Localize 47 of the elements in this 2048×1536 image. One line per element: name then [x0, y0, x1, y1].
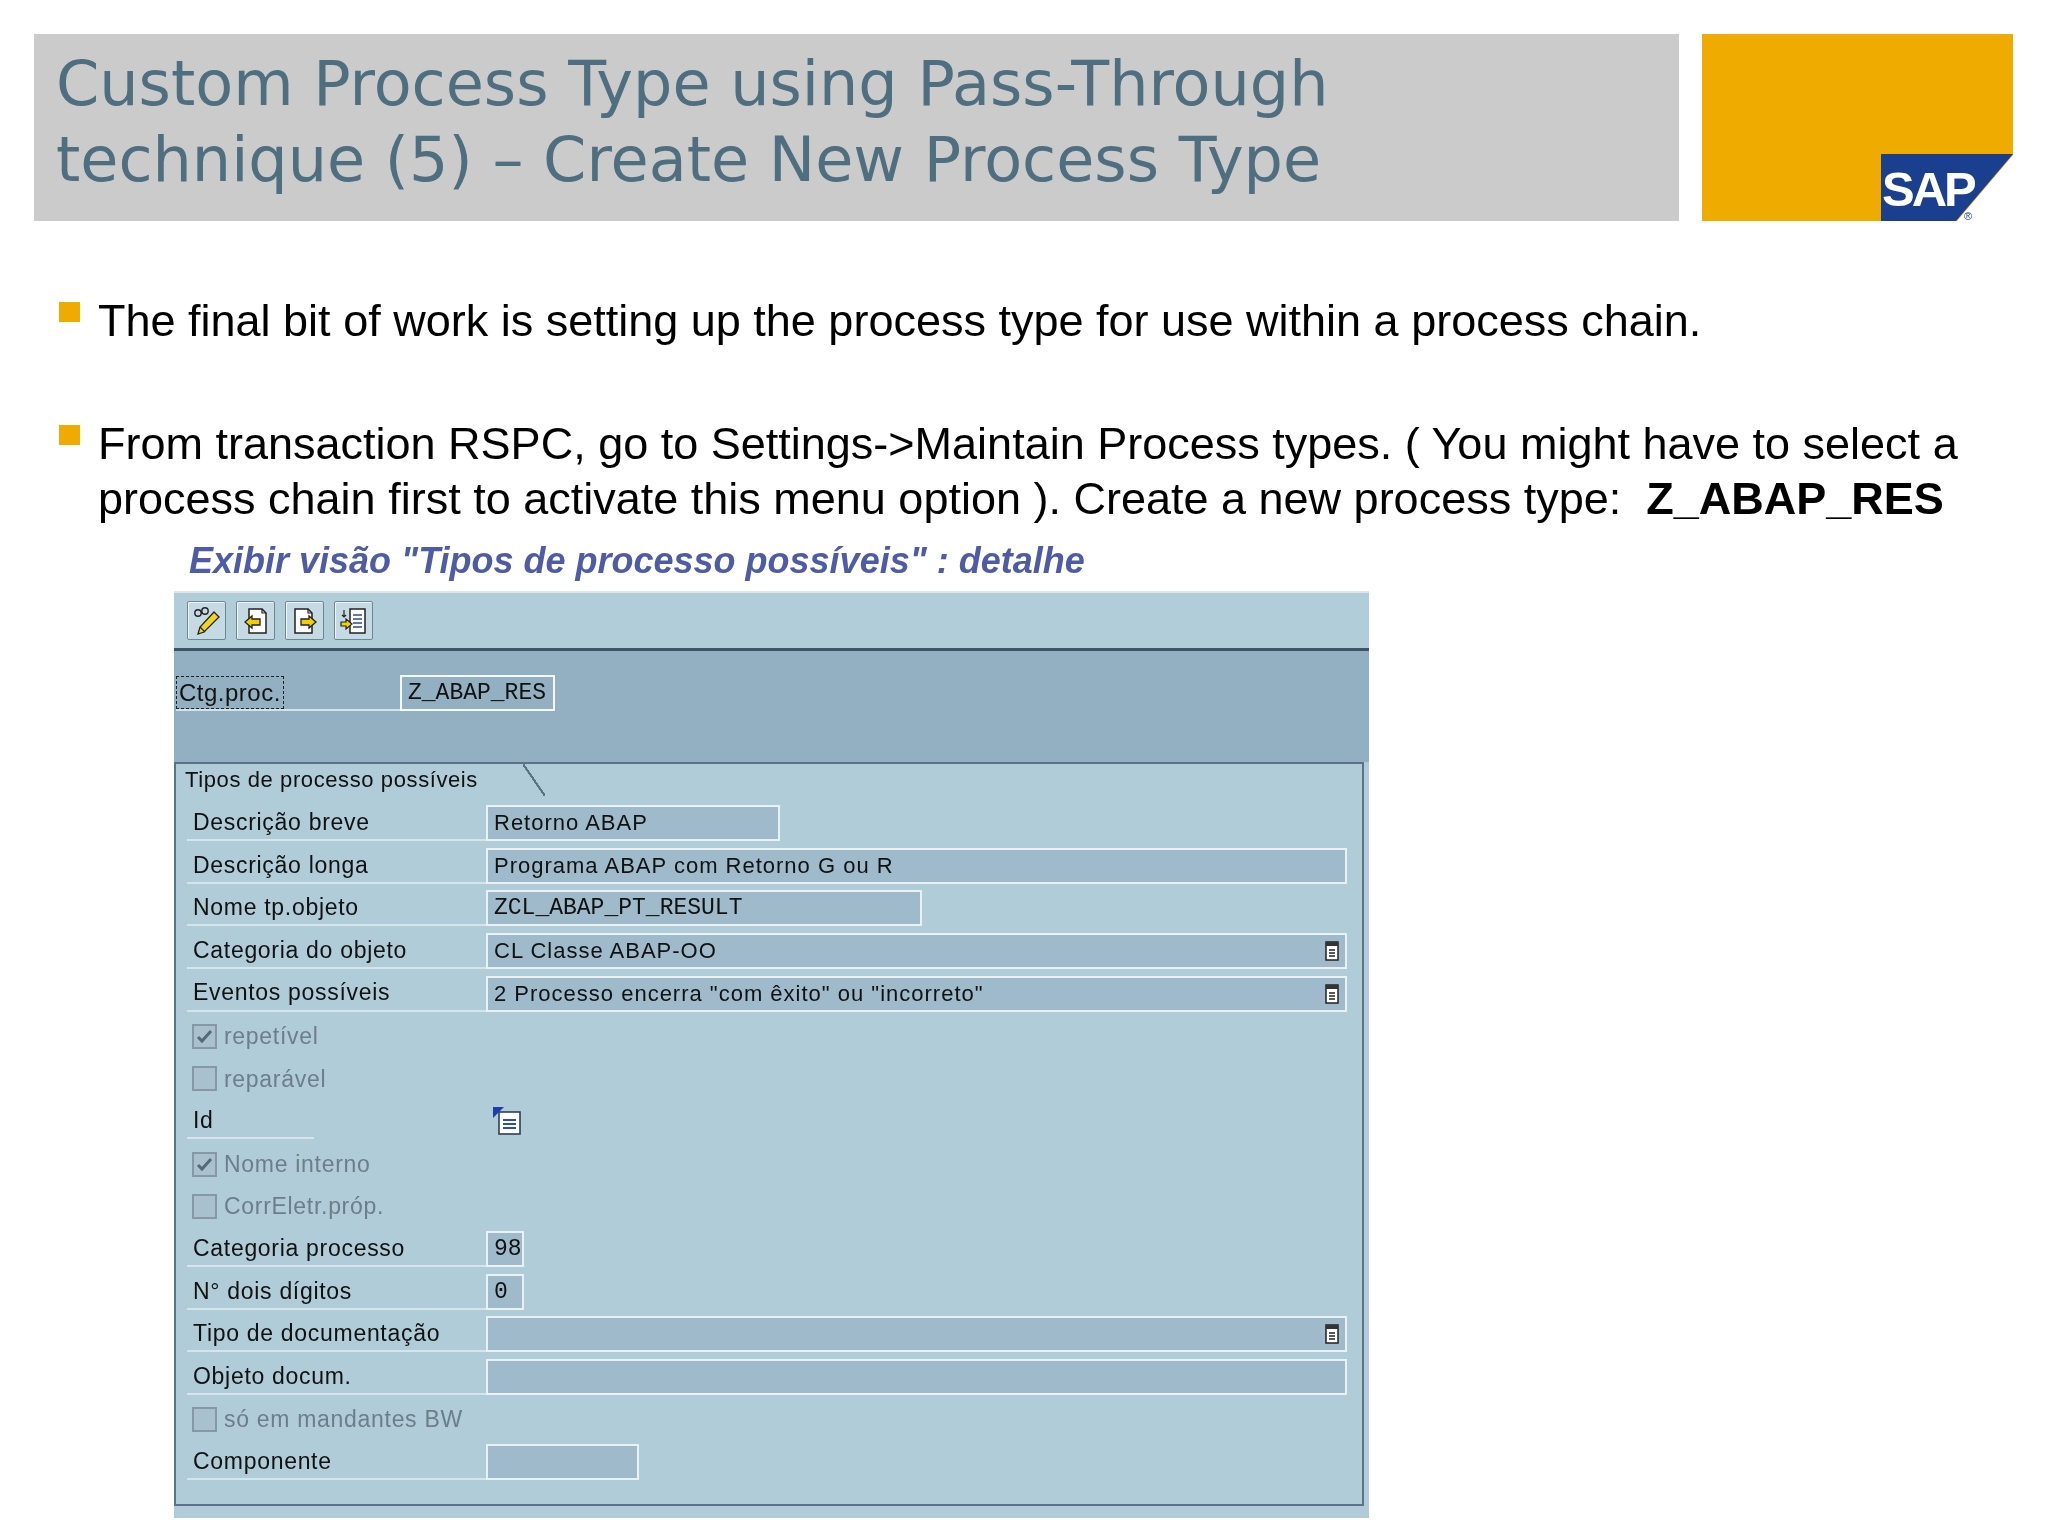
list-document-icon[interactable] [1325, 983, 1339, 1004]
field-label: Categoria do objeto [193, 935, 408, 965]
toolbar-button[interactable] [187, 601, 226, 640]
input-field[interactable]: 98 [486, 1231, 524, 1268]
brand-logo: SAP® [1881, 154, 2013, 221]
field-label: Eventos possíveis [193, 978, 391, 1008]
checkbox-label: repetível [224, 1022, 319, 1051]
field-label: Ctg.proc. [176, 675, 284, 709]
document-list-arrow-icon [338, 605, 369, 636]
input-field[interactable]: 0 [486, 1273, 524, 1310]
field-label: Id [193, 1106, 214, 1136]
toolbar-button[interactable] [334, 601, 373, 640]
check-icon [196, 1028, 213, 1044]
bullet-text: The final bit of work is setting up the process type for use within a process chain. [98, 294, 1703, 348]
field-label: Categoria processo [193, 1234, 406, 1263]
dropdown-field[interactable]: 2 Processo encerra "com êxito" ou "incorreto" [486, 975, 1347, 1012]
checkbox-label: só em mandantes BW [224, 1405, 463, 1435]
checkbox-label: Nome interno [224, 1149, 371, 1179]
check-icon [196, 1156, 213, 1172]
input-field[interactable]: Z_ABAP_RES [400, 675, 555, 711]
field-label: Tipo de documentação [193, 1319, 441, 1349]
bullet-marker [59, 302, 80, 322]
toolbar-button[interactable] [236, 601, 275, 640]
field-label: Descrição longa [193, 850, 369, 880]
field-label: Objeto docum. [193, 1361, 352, 1391]
toolbar-button[interactable] [285, 601, 324, 640]
dropdown-field[interactable]: CL Classe ABAP-OO [486, 933, 1347, 970]
checkbox-label: CorrEletr.próp. [224, 1192, 385, 1222]
field-label: Descrição breve [193, 808, 370, 838]
input-field[interactable]: ZCL_ABAP_PT_RESULT [486, 890, 922, 927]
field-label: Nome tp.objeto [193, 893, 359, 923]
dropdown-field[interactable] [486, 1316, 1347, 1353]
checkbox-label: reparável [224, 1064, 327, 1094]
field-label: Componente [193, 1446, 332, 1476]
pencil-glasses-icon [191, 605, 222, 636]
list-document-icon[interactable] [1325, 1324, 1339, 1345]
slide-title: Custom Process Type using Pass-Through technique (5) – Create New Process Type [56, 46, 1330, 198]
input-field[interactable]: Retorno ABAP [486, 805, 780, 842]
screen-title: Exibir visão "Tipos de processo possíveis" : detalhe [189, 540, 1085, 582]
bullet-marker [59, 425, 80, 445]
input-field[interactable]: Programa ABAP com Retorno G ou R [486, 847, 1347, 884]
input-field[interactable] [486, 1359, 1347, 1395]
list-document-icon[interactable] [1325, 941, 1339, 962]
document-lines-icon[interactable] [492, 1106, 522, 1137]
bullet-text: From transaction RSPC, go to Settings->Maintain Process types. ( You might have to select a process chain first to activate this menu option ). Create a new process type: Z_ABAP_RES [98, 417, 1959, 526]
input-field[interactable] [486, 1444, 639, 1481]
field-label: N° dois dígitos [193, 1276, 353, 1306]
